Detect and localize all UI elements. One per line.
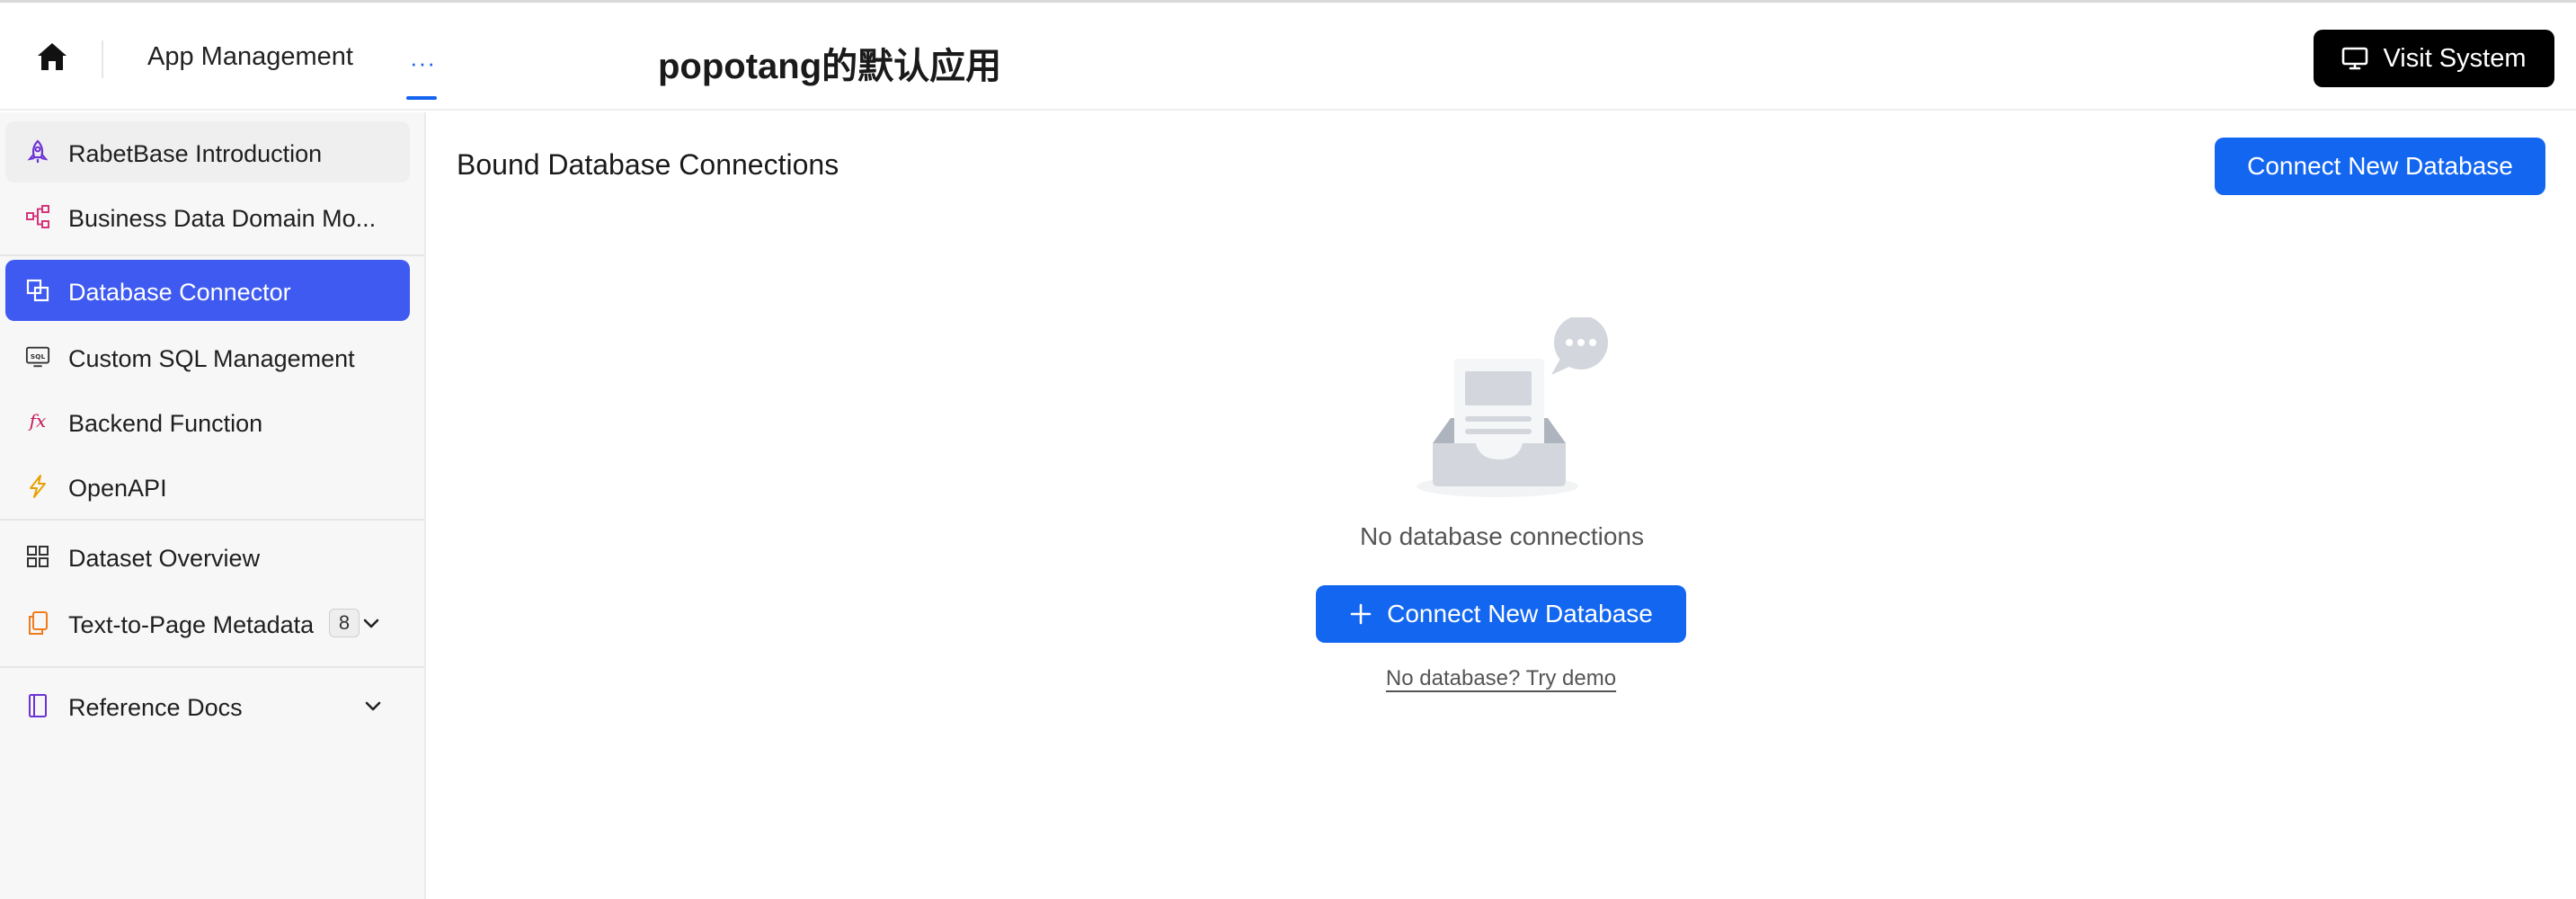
sidebar-item-label: Business Data Domain Mo...: [68, 205, 377, 232]
count-badge: 8: [329, 609, 360, 637]
sidebar-item-label: Text-to-Page Metadata: [68, 611, 315, 638]
sidebar-item-backend-function[interactable]: fx Backend Function: [5, 391, 410, 452]
sidebar-item-openapi[interactable]: OpenAPI: [5, 456, 410, 517]
empty-inbox-icon: [1417, 317, 1608, 497]
sidebar-item-label: OpenAPI: [68, 475, 167, 502]
diagram-icon: [25, 204, 50, 229]
sidebar-item-label: Custom SQL Management: [68, 345, 355, 372]
grid-icon: [25, 544, 50, 569]
svg-text:fx: fx: [28, 410, 47, 432]
home-icon: [38, 43, 67, 70]
sidebar-item-custom-sql[interactable]: SQL Custom SQL Management: [5, 326, 410, 387]
svg-text:SQL: SQL: [31, 352, 46, 360]
try-demo-link[interactable]: No database? Try demo: [1381, 666, 1621, 691]
sidebar-item-rabetbase-introduction[interactable]: RabetBase Introduction: [5, 121, 410, 182]
sidebar-item-label: Dataset Overview: [68, 545, 261, 572]
sidebar-divider: [0, 254, 424, 256]
sidebar: RabetBase Introduction Business Data Dom…: [0, 112, 426, 899]
rocket-icon: [25, 139, 50, 165]
sidebar-item-label: RabetBase Introduction: [68, 140, 323, 167]
app-window: App Management ··· popotang的默认应用 Visit S…: [0, 0, 2576, 899]
sidebar-item-dataset-overview[interactable]: Dataset Overview: [5, 526, 410, 587]
bolt-icon: [25, 474, 50, 499]
connect-new-database-button[interactable]: Connect New Database: [2215, 138, 2545, 195]
sidebar-item-database-connector[interactable]: Database Connector: [5, 260, 410, 321]
fx-icon: fx: [25, 409, 50, 434]
visit-system-button[interactable]: Visit System: [2314, 30, 2554, 87]
chevron-down-icon[interactable]: [361, 695, 385, 718]
empty-state-text: No database connections: [1360, 522, 1644, 550]
sidebar-item-business-data-domain[interactable]: Business Data Domain Mo...: [5, 186, 410, 247]
plus-icon: [1350, 603, 1372, 625]
more-dots-icon: ···: [410, 49, 436, 76]
visit-system-label: Visit System: [2383, 43, 2527, 73]
sidebar-divider: [0, 666, 424, 668]
app-management-link[interactable]: App Management: [147, 42, 353, 72]
main-content: Bound Database Connections Connect New D…: [428, 112, 2576, 899]
monitor-icon: [2342, 47, 2368, 70]
sidebar-item-text-to-page-metadata[interactable]: Text-to-Page Metadata 8: [5, 592, 410, 654]
connect-new-database-label: Connect New Database: [1387, 600, 1653, 628]
top-header: App Management ··· popotang的默认应用 Visit S…: [0, 3, 2576, 111]
sidebar-item-reference-docs[interactable]: Reference Docs: [5, 675, 410, 736]
chevron-down-icon[interactable]: [360, 612, 383, 636]
header-divider: [102, 40, 103, 78]
book-icon: [25, 693, 50, 718]
active-tab-underline: [406, 96, 437, 100]
sidebar-item-label: Database Connector: [68, 279, 291, 306]
section-title: Bound Database Connections: [457, 148, 839, 181]
sidebar-divider: [0, 519, 424, 521]
connect-new-database-center-button[interactable]: Connect New Database: [1316, 585, 1686, 643]
pages-icon: [25, 610, 50, 636]
sidebar-item-label: Backend Function: [68, 410, 263, 437]
copy-icon: [25, 278, 50, 303]
app-title: popotang的默认应用: [658, 47, 1002, 86]
home-button[interactable]: [32, 39, 72, 75]
sql-icon: SQL: [25, 344, 50, 369]
sidebar-item-label: Reference Docs: [68, 694, 243, 721]
more-tab[interactable]: ···: [406, 30, 437, 102]
